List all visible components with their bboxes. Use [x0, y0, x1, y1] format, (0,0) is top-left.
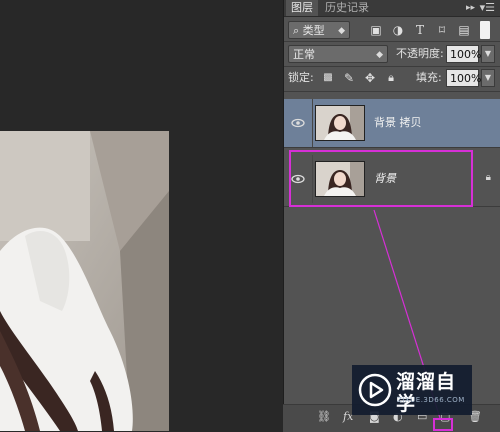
chevron-icon: ◆	[338, 26, 345, 36]
divider	[284, 91, 500, 92]
fill-input[interactable]: 100%	[446, 69, 481, 87]
divider	[284, 147, 500, 148]
eye-icon[interactable]	[290, 115, 306, 131]
annotation-highlight-box	[433, 418, 453, 431]
document-photo[interactable]	[0, 131, 169, 431]
collapse-panel-icon[interactable]: ▸▸	[466, 0, 475, 16]
type-filter-icon[interactable]: T	[413, 23, 427, 37]
image-filter-icon[interactable]: ▣	[369, 23, 383, 37]
opacity-input[interactable]: 100%	[446, 45, 481, 63]
divider	[312, 99, 313, 147]
layer-row-background-copy[interactable]: 背景 拷贝	[284, 99, 500, 147]
smart-object-filter-icon[interactable]: ▤	[457, 23, 471, 37]
divider	[284, 41, 500, 42]
shape-filter-icon[interactable]: ⌑	[435, 23, 449, 37]
lock-transparency-icon[interactable]: ▩	[321, 71, 335, 85]
tab-layers[interactable]: 图层	[286, 0, 318, 16]
document-canvas[interactable]	[0, 0, 283, 431]
lock-all-icon[interactable]: 🔒︎	[384, 71, 398, 85]
filter-toggle-icon[interactable]	[480, 21, 490, 39]
lock-icon: 🔒︎	[485, 172, 491, 183]
play-logo-icon	[358, 373, 392, 407]
filter-type-label: 类型	[302, 24, 325, 37]
layer-thumbnail[interactable]	[315, 105, 365, 141]
annotation-highlight-box	[289, 150, 473, 207]
watermark-title: 溜溜自学	[396, 371, 457, 415]
layer-name[interactable]: 背景 拷贝	[374, 99, 422, 147]
panel-tab-bar: 图层 历史记录 ▸▸ ▾☰	[284, 0, 500, 17]
watermark-url: ZIXUE.3D66.COM	[397, 396, 465, 404]
fill-slider-button[interactable]: ▼	[481, 69, 495, 87]
search-icon: ⌕	[293, 24, 300, 37]
divider	[284, 66, 500, 67]
lock-label: 锁定:	[288, 71, 314, 84]
adjustment-filter-icon[interactable]: ◑	[391, 23, 405, 37]
chevron-icon: ◆	[376, 50, 383, 60]
watermark: 溜溜自学 ZIXUE.3D66.COM	[352, 365, 472, 415]
link-icon[interactable]: ⛓	[317, 410, 331, 423]
panel-menu-icon[interactable]: ▾☰	[480, 0, 495, 16]
lock-pixels-icon[interactable]: ✎	[342, 71, 356, 85]
layer-filter-dropdown[interactable]: ⌕ 类型 ◆	[288, 21, 350, 39]
blend-mode-value: 正常	[293, 48, 315, 61]
fill-label: 填充:	[416, 71, 442, 84]
opacity-slider-button[interactable]: ▼	[481, 45, 495, 63]
opacity-label: 不透明度:	[396, 47, 444, 60]
lock-position-icon[interactable]: ✥	[363, 71, 377, 85]
tab-history[interactable]: 历史记录	[320, 0, 374, 16]
blend-mode-dropdown[interactable]: 正常 ◆	[288, 45, 388, 63]
